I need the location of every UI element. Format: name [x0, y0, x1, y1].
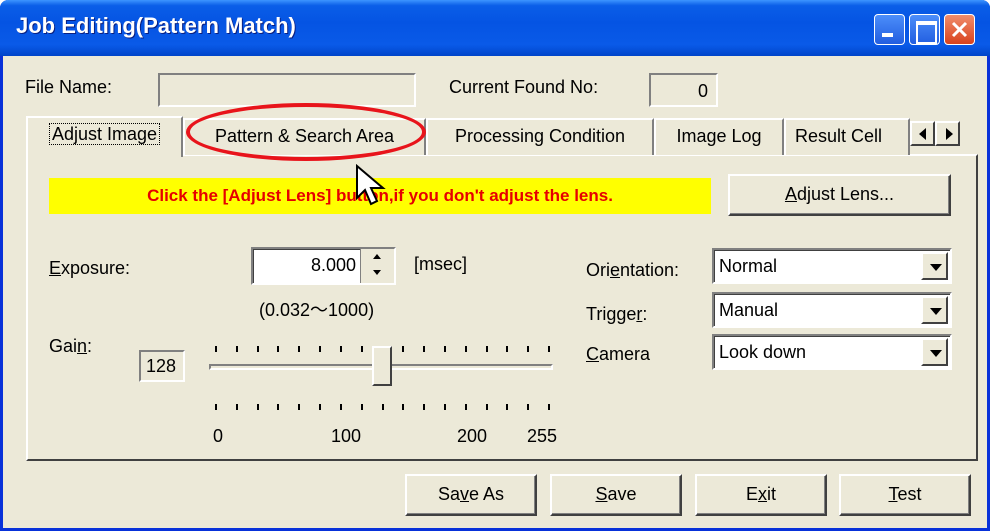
slider-tick [236, 404, 238, 410]
gain-slider-thumb[interactable] [372, 346, 392, 386]
slider-tick [444, 346, 446, 352]
tab-scroll-right-button[interactable] [935, 121, 960, 146]
slider-tick [257, 346, 259, 352]
slider-tick [527, 346, 529, 352]
slider-tick [361, 346, 363, 352]
slider-tick [361, 404, 363, 410]
tab-scroll-left-button[interactable] [910, 121, 935, 146]
exposure-spinner[interactable] [360, 249, 394, 283]
exit-button[interactable]: Exit [695, 474, 827, 516]
slider-tick [548, 346, 550, 352]
exposure-range: (0.032～1000) [259, 300, 375, 320]
slider-tick [548, 404, 550, 410]
chevron-down-icon[interactable] [921, 252, 948, 280]
gain-scale-0: 0 [213, 426, 224, 446]
slider-tick [465, 346, 467, 352]
slider-tick [423, 346, 425, 352]
slider-tick [298, 346, 300, 352]
minimize-button[interactable] [874, 14, 905, 45]
camera-label: Camera [586, 344, 651, 364]
test-button[interactable]: Test [839, 474, 971, 516]
title-bar[interactable]: Job Editing(Pattern Match) [0, 0, 990, 56]
current-found-field: 0 [649, 73, 718, 107]
window-title: Job Editing(Pattern Match) [16, 13, 296, 38]
spin-down-icon[interactable] [363, 266, 391, 280]
job-editing-window: Job Editing(Pattern Match) File Name: Cu… [0, 0, 990, 531]
spin-up-icon[interactable] [363, 250, 391, 264]
slider-tick [506, 404, 508, 410]
slider-tick [382, 404, 384, 410]
slider-tick [402, 346, 404, 352]
slider-tick [215, 404, 217, 410]
tab-adjust-image[interactable]: Adjust Image [26, 116, 183, 157]
gain-scale-200: 200 [457, 426, 488, 446]
slider-tick [486, 346, 488, 352]
slider-tick [319, 346, 321, 352]
save-as-button[interactable]: Save As [405, 474, 537, 516]
save-button[interactable]: Save [550, 474, 682, 516]
slider-tick [444, 404, 446, 410]
tab-image-log[interactable]: Image Log [654, 118, 784, 155]
highlight-ellipse [186, 103, 426, 161]
gain-scale-255: 255 [527, 426, 558, 446]
gain-label: Gain: [49, 336, 93, 356]
slider-tick [506, 346, 508, 352]
gain-value-field: 128 [139, 350, 185, 382]
slider-tick [277, 346, 279, 352]
trigger-select[interactable]: Manual [712, 292, 952, 328]
slider-tick [319, 404, 321, 410]
adjust-lens-button[interactable]: Adjust Lens... [728, 174, 951, 216]
tab-processing-condition[interactable]: Processing Condition [426, 118, 654, 155]
slider-tick [486, 404, 488, 410]
chevron-down-icon[interactable] [921, 296, 948, 324]
gain-scale-100: 100 [331, 426, 362, 446]
tab-result-cell[interactable]: Result Cell [784, 118, 910, 155]
trigger-label: Trigger: [586, 304, 648, 324]
orientation-label: Orientation: [586, 260, 680, 280]
slider-tick [215, 346, 217, 352]
file-name-field [158, 73, 416, 107]
orientation-select[interactable]: Normal [712, 248, 952, 284]
slider-tick [340, 346, 342, 352]
current-found-label: Current Found No: [449, 77, 599, 97]
chevron-down-icon[interactable] [921, 338, 948, 366]
file-name-label: File Name: [25, 77, 113, 97]
mouse-pointer-icon [356, 164, 386, 206]
slider-tick [402, 404, 404, 410]
exposure-label: Exposure: [49, 258, 131, 278]
slider-tick [340, 404, 342, 410]
slider-tick [423, 404, 425, 410]
maximize-button[interactable] [909, 14, 940, 45]
slider-tick [277, 404, 279, 410]
slider-tick [465, 404, 467, 410]
close-icon [951, 21, 968, 38]
slider-tick [298, 404, 300, 410]
slider-tick [236, 346, 238, 352]
slider-tick [257, 404, 259, 410]
close-button[interactable] [944, 14, 975, 45]
slider-tick [527, 404, 529, 410]
camera-select[interactable]: Look down [712, 334, 952, 370]
exposure-unit: [msec] [414, 254, 468, 274]
